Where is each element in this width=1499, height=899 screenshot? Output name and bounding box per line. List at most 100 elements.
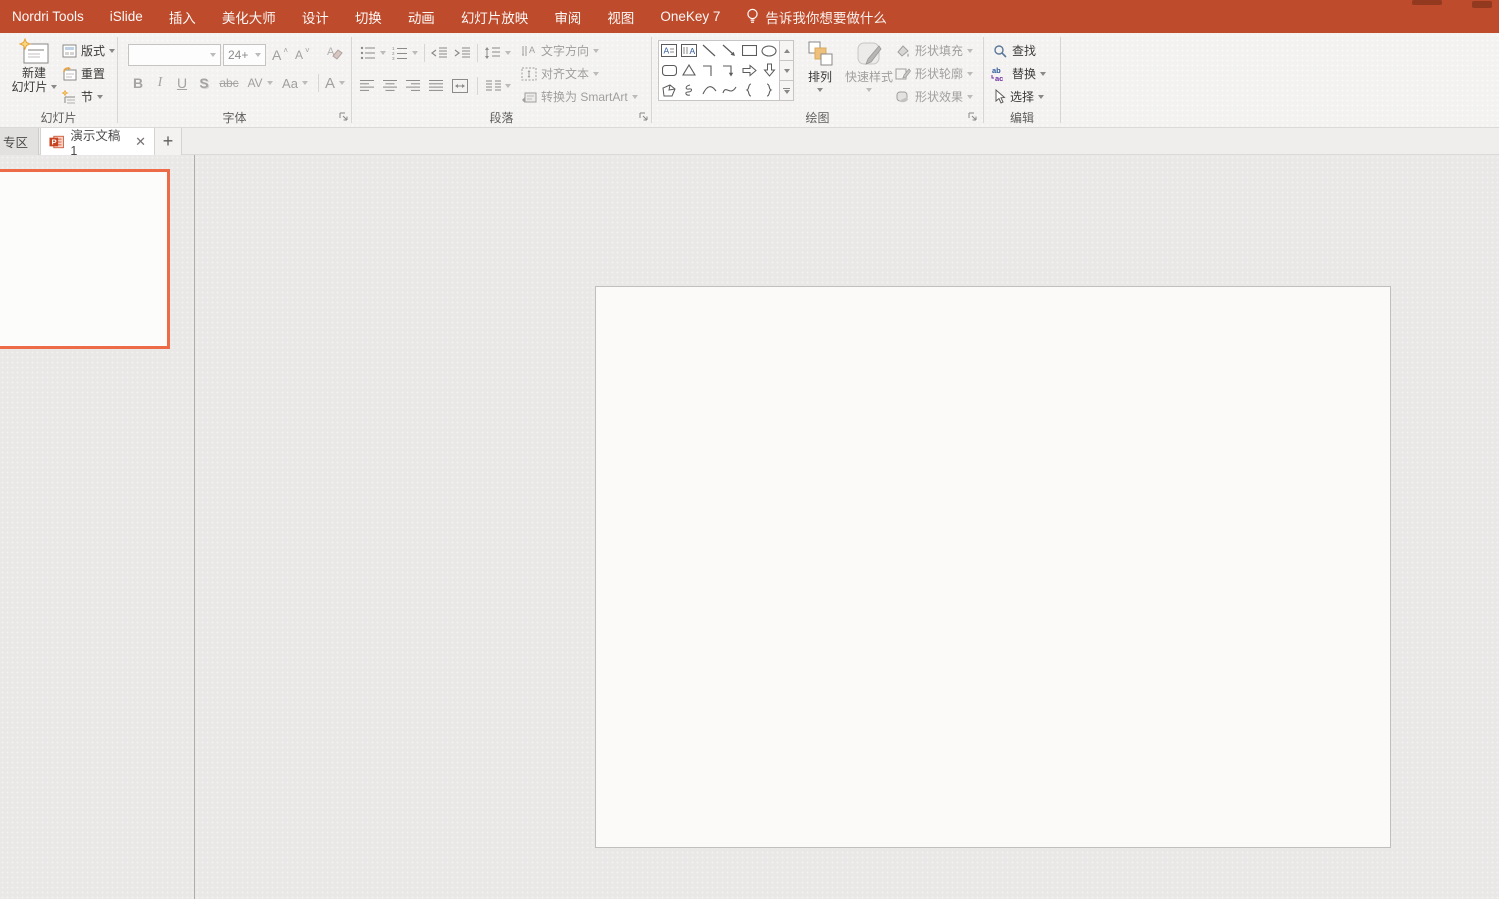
columns-button[interactable] (486, 79, 511, 92)
change-case-button[interactable]: Aa (278, 76, 312, 91)
decrease-indent-button[interactable] (431, 46, 448, 60)
character-spacing-button[interactable]: AV (244, 76, 276, 90)
group-separator (1060, 37, 1061, 123)
shapes-gallery: A A (658, 40, 780, 101)
convert-smartart-button[interactable]: 转换为 SmartArt (521, 86, 638, 107)
text-shadow-button[interactable]: S (194, 75, 214, 91)
underline-button[interactable]: U (172, 75, 192, 91)
text-direction-button[interactable]: A 文字方向 (521, 40, 599, 61)
clear-formatting-button[interactable]: A (324, 42, 344, 63)
menu-tab-onekey7[interactable]: OneKey 7 (660, 9, 720, 24)
shape-text-box-icon[interactable]: A (659, 41, 679, 61)
distribute-text-button[interactable] (452, 79, 469, 93)
menu-tab-transitions[interactable]: 切换 (355, 7, 382, 27)
font-size-combobox[interactable]: 24+ (223, 44, 266, 66)
font-color-button[interactable]: A (325, 75, 345, 92)
strikethrough-button[interactable]: abc (216, 76, 242, 90)
bullets-button[interactable] (360, 46, 386, 60)
section-label: 节 (81, 88, 93, 105)
align-left-button[interactable] (360, 79, 375, 92)
ribbon-home: 新建 幻灯片 版式 重置 (0, 33, 1499, 128)
menu-tab-design[interactable]: 设计 (302, 7, 329, 27)
shape-curve-icon[interactable] (719, 80, 739, 100)
menu-tab-view[interactable]: 视图 (607, 7, 634, 27)
arrange-button[interactable]: 排列 (800, 40, 840, 92)
shape-scribble-icon[interactable] (679, 80, 699, 100)
grow-font-button[interactable]: A˄ (272, 44, 288, 65)
chevron-down-icon (632, 95, 638, 99)
bold-button[interactable]: B (128, 75, 148, 91)
find-button[interactable]: 查找 (993, 40, 1036, 61)
tell-me-label: 告诉我你想要做什么 (765, 7, 887, 27)
align-center-button[interactable] (383, 79, 398, 92)
slide-editing-canvas[interactable] (595, 286, 1391, 848)
chevron-down-icon (97, 95, 103, 99)
align-right-button[interactable] (406, 79, 421, 92)
gallery-scroll-down-button[interactable] (779, 61, 794, 81)
shape-down-arrow-icon[interactable] (759, 61, 779, 81)
shape-right-arrow-icon[interactable] (739, 61, 759, 81)
replace-button[interactable]: ab ac 替换 (990, 63, 1046, 84)
shape-outline-button[interactable]: 形状轮廓 (895, 63, 973, 84)
shape-effects-icon (895, 90, 911, 104)
shape-line-icon[interactable] (699, 41, 719, 61)
shape-elbow-connector-icon[interactable] (699, 61, 719, 81)
font-name-combobox[interactable] (128, 44, 221, 66)
shape-oval-icon[interactable] (759, 41, 779, 61)
quick-styles-button[interactable]: 快速样式 (844, 40, 894, 92)
close-tab-icon[interactable]: ✕ (135, 134, 146, 150)
menu-tab-slideshow[interactable]: 幻灯片放映 (461, 7, 529, 27)
shape-vertical-text-box-icon[interactable]: A (679, 41, 699, 61)
shape-rounded-rectangle-icon[interactable] (659, 61, 679, 81)
document-tab-bar: 专区 P 演示文稿1 ✕ + (0, 128, 1499, 155)
select-button[interactable]: 选择 (993, 86, 1044, 107)
layout-button[interactable]: 版式 (62, 40, 115, 61)
shape-arc-icon[interactable] (699, 80, 719, 100)
svg-text:A: A (529, 45, 535, 55)
menu-tab-insert[interactable]: 插入 (169, 7, 196, 27)
svg-text:A: A (690, 46, 696, 56)
shape-fill-button[interactable]: 形状填充 (895, 40, 973, 61)
chevron-down-icon (967, 49, 973, 53)
shape-effects-button[interactable]: 形状效果 (895, 86, 973, 107)
shape-triangle-icon[interactable] (679, 61, 699, 81)
menu-tab-animations[interactable]: 动画 (408, 7, 435, 27)
partial-left-tab[interactable]: 专区 (0, 128, 39, 155)
menu-tab-meihua-dashi[interactable]: 美化大师 (222, 7, 276, 27)
justify-button[interactable] (429, 79, 444, 92)
italic-button[interactable]: I (150, 75, 170, 91)
numbering-button[interactable]: 123 (392, 46, 418, 60)
increase-indent-button[interactable] (454, 46, 471, 60)
gallery-scroll-up-button[interactable] (779, 40, 794, 61)
replace-icon: ab ac (990, 66, 1008, 82)
align-text-button[interactable]: 对齐文本 (521, 63, 599, 84)
shape-elbow-arrow-connector-icon[interactable] (719, 61, 739, 81)
tell-me-box[interactable]: 告诉我你想要做什么 (746, 7, 887, 27)
gallery-more-button[interactable] (779, 81, 794, 101)
line-spacing-button[interactable] (484, 46, 511, 60)
powerpoint-file-icon: P (49, 134, 64, 150)
shape-left-brace-icon[interactable] (739, 80, 759, 100)
section-button[interactable]: 节 (62, 86, 103, 107)
font-group-label: 字体 (118, 109, 351, 126)
panel-splitter[interactable] (194, 155, 195, 899)
menu-tab-review[interactable]: 审阅 (554, 7, 581, 27)
new-slide-label-line1: 新建 (22, 66, 46, 80)
text-direction-label: 文字方向 (541, 42, 589, 59)
reset-button[interactable]: 重置 (62, 63, 105, 84)
shape-line-arrow-icon[interactable] (719, 41, 739, 61)
slide-thumbnail-selected[interactable] (0, 169, 170, 349)
svg-text:A: A (664, 46, 670, 56)
menu-tab-islide[interactable]: iSlide (110, 9, 143, 24)
new-slide-button[interactable]: 新建 幻灯片 (8, 38, 60, 94)
shape-freeform-icon[interactable] (659, 80, 679, 100)
shape-right-brace-icon[interactable] (759, 80, 779, 100)
shape-rectangle-icon[interactable] (739, 41, 759, 61)
new-document-tab-button[interactable]: + (155, 128, 182, 155)
shrink-font-button[interactable]: A˅ (295, 44, 310, 65)
window-edge-artifact (1472, 1, 1492, 8)
menu-tab-nordri-tools[interactable]: Nordri Tools (12, 9, 84, 24)
slide-thumbnail-panel[interactable] (0, 155, 194, 899)
document-tab-active[interactable]: P 演示文稿1 ✕ (40, 128, 155, 155)
decrease-indent-icon (431, 46, 448, 60)
